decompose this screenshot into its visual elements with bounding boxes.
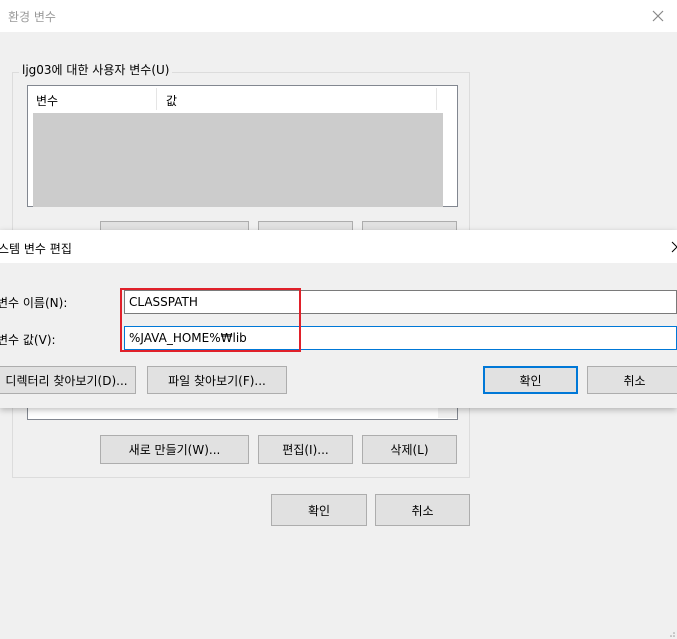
edit-ok-button[interactable]: 확인 (483, 366, 578, 394)
browse-directory-button[interactable]: 디렉터리 찾아보기(D)... (0, 366, 136, 394)
resize-grip-icon[interactable] (664, 626, 676, 638)
redacted-list-content (33, 113, 443, 207)
edit-dialog-title: 스템 변수 편집 (0, 242, 72, 256)
edit-cancel-button[interactable]: 취소 (587, 366, 677, 394)
env-cancel-button[interactable]: 취소 (375, 494, 470, 526)
column-divider (436, 88, 437, 110)
variable-value-input[interactable]: %JAVA_HOME%₩lib (124, 326, 677, 350)
edit-variable-dialog: 스템 변수 편집 변수 이름(N): 변수 값(V): CLASSPATH %J… (0, 230, 677, 408)
column-divider (156, 88, 157, 110)
env-title-bar: 환경 변수 (0, 0, 677, 32)
close-icon[interactable] (670, 240, 677, 254)
variable-name-input[interactable]: CLASSPATH (124, 290, 677, 314)
system-delete-button[interactable]: 삭제(L) (362, 435, 457, 464)
user-variables-label: ljg03에 대한 사용자 변수(U) (19, 61, 173, 78)
variable-value-label: 변수 값(V): (0, 333, 56, 347)
variable-name-label: 변수 이름(N): (0, 296, 68, 310)
browse-file-button[interactable]: 파일 찾아보기(F)... (147, 366, 287, 394)
close-icon[interactable] (650, 8, 666, 24)
column-header-value[interactable]: 값 (166, 92, 177, 109)
env-ok-button[interactable]: 확인 (271, 494, 367, 526)
system-new-button[interactable]: 새로 만들기(W)... (100, 435, 249, 464)
column-header-variable[interactable]: 변수 (36, 92, 58, 109)
env-window-title: 환경 변수 (8, 10, 56, 24)
edit-dialog-title-bar: 스템 변수 편집 (0, 230, 677, 263)
user-variables-list[interactable]: 변수 값 (27, 85, 458, 207)
system-edit-button[interactable]: 편집(I)... (258, 435, 353, 464)
